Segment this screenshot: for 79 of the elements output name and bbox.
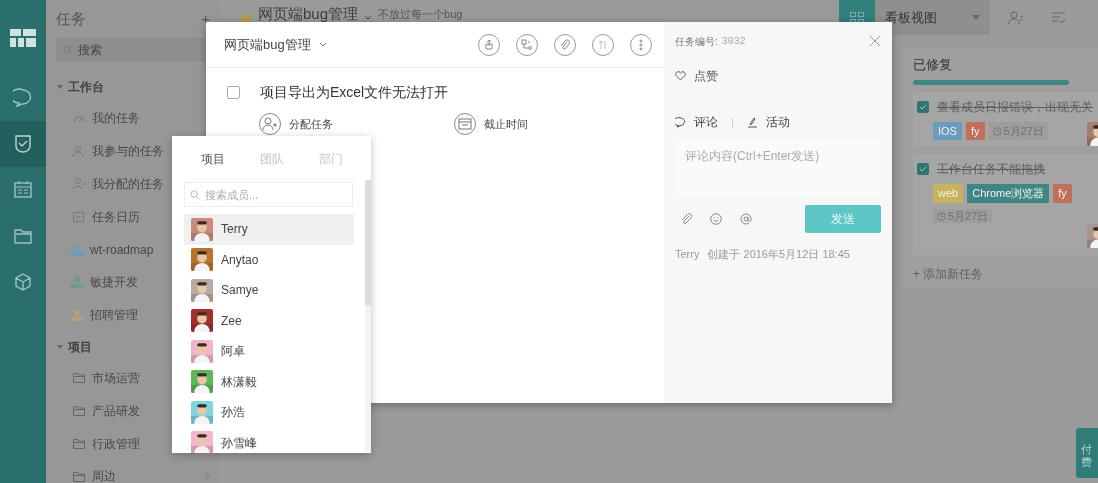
tag: fy xyxy=(1053,184,1072,203)
folder-icon xyxy=(72,437,86,451)
toolbar-button[interactable] xyxy=(630,33,652,56)
folder-icon xyxy=(72,404,86,418)
caret-icon xyxy=(318,41,327,48)
tag: IOS xyxy=(933,121,962,140)
sidebar-item[interactable]: 我的任务 xyxy=(56,102,210,135)
add-button[interactable]: + xyxy=(201,7,210,31)
clock-icon xyxy=(937,212,946,222)
calendar-icon xyxy=(13,180,33,200)
folder-icon xyxy=(13,226,33,246)
nav-button[interactable] xyxy=(0,121,46,167)
scrollbar[interactable] xyxy=(365,180,371,452)
folder-icon xyxy=(72,469,86,483)
assign-icon xyxy=(259,113,281,135)
share-icon xyxy=(482,37,496,52)
task-icon xyxy=(13,134,33,154)
pay-button[interactable]: 付费 xyxy=(1076,428,1098,478)
chat-icon xyxy=(13,88,33,108)
person-icon xyxy=(72,177,86,191)
like-button[interactable]: 点赞 xyxy=(675,67,718,85)
send-button[interactable]: 发送 xyxy=(805,205,881,233)
tab[interactable]: 活动 xyxy=(747,113,790,131)
tab[interactable]: 评论 xyxy=(675,113,718,131)
close-icon[interactable] xyxy=(870,36,880,46)
attachment-icon[interactable] xyxy=(680,213,692,225)
attachment-icon xyxy=(558,37,572,52)
tag: Chrome浏览器 xyxy=(967,184,1050,203)
tab[interactable]: 项目 xyxy=(184,144,243,174)
toolbar-button[interactable] xyxy=(554,33,576,56)
project-name[interactable]: 网页端bug管理 xyxy=(224,34,311,55)
person-icon xyxy=(72,144,86,158)
clock-icon xyxy=(992,127,1002,137)
cube-icon xyxy=(13,272,33,292)
members-icon[interactable] xyxy=(1008,10,1024,25)
creator-name: Terry xyxy=(675,247,700,262)
toolbar-button[interactable] xyxy=(478,33,500,56)
task-title: 查看成员日报错误，出现无关 xyxy=(937,98,1093,116)
check-icon xyxy=(919,103,927,110)
comment-icon xyxy=(675,116,686,128)
group-label: 项目 xyxy=(68,338,92,356)
toolbar-button[interactable] xyxy=(516,33,538,56)
folder-icon xyxy=(72,371,86,385)
toolbar-button[interactable] xyxy=(592,33,614,56)
check-icon xyxy=(919,166,927,172)
mention-icon[interactable] xyxy=(740,213,752,225)
checkbox[interactable] xyxy=(917,163,929,175)
task-title: 项目导出为Excel文件无法打开 xyxy=(260,83,449,102)
action-button[interactable]: 分配任务 xyxy=(259,113,454,135)
task-number-label: 任务编号: xyxy=(675,35,718,49)
group-header[interactable]: 工作台 xyxy=(56,72,210,102)
project-title[interactable]: 网页端bug管理 xyxy=(258,3,359,26)
search-icon xyxy=(190,190,200,200)
column-title: 已修复 xyxy=(913,56,953,74)
checkbox[interactable] xyxy=(227,86,240,99)
tag: web xyxy=(933,184,964,203)
action-button[interactable]: 截止时间 xyxy=(454,113,528,135)
task-title: 工作台任务不能拖拽 xyxy=(937,161,1045,178)
emoji-icon[interactable] xyxy=(710,213,722,225)
calendar-icon xyxy=(72,210,86,224)
caret-icon xyxy=(972,15,980,20)
add-task-link[interactable]: + 添加新任务 xyxy=(913,264,1098,283)
pen-icon xyxy=(747,116,758,128)
heart-icon xyxy=(675,71,686,81)
sidebar-title: 任务 xyxy=(56,8,86,29)
search-field[interactable]: 搜索成员... xyxy=(184,182,353,207)
filter-icon[interactable] xyxy=(1052,11,1066,24)
member-item[interactable]: Terry xyxy=(184,214,354,245)
created-time: 创建于 2016年5月12日 18:45 xyxy=(707,247,850,262)
calendar-icon xyxy=(454,113,476,135)
sidebar-item[interactable]: 周边 xyxy=(56,459,210,483)
logo-icon xyxy=(10,28,36,47)
checkbox[interactable] xyxy=(917,100,929,113)
view-select[interactable]: 看板视图 xyxy=(875,0,990,35)
flow-icon xyxy=(520,37,534,52)
task-number: 3032 xyxy=(721,35,746,49)
tag: fy xyxy=(965,121,985,140)
group-label: 工作台 xyxy=(68,79,104,96)
caret-icon xyxy=(364,14,373,21)
